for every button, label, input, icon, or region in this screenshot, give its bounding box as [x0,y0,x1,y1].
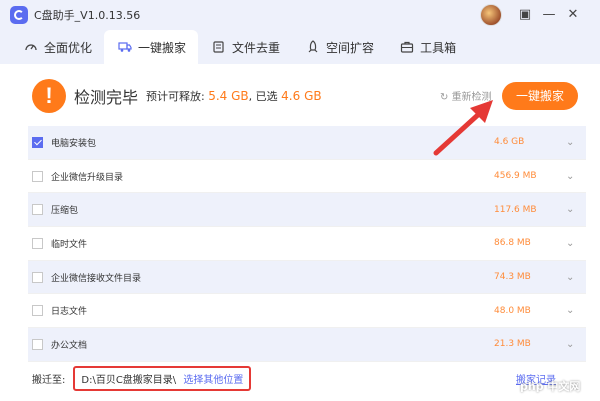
close-button[interactable]: ✕ [562,4,584,26]
tab-one-click-move[interactable]: 一键搬家 [104,30,199,64]
list-item[interactable]: 电脑安装包 4.6 GB ⌄ [28,126,586,160]
tab-file-dedup[interactable]: 文件去重 [198,30,292,64]
tab-label: 全面优化 [44,40,93,55]
item-size: 4.6 GB [494,137,525,148]
chevron-down-icon[interactable]: ⌄ [566,171,574,182]
tab-space-expand[interactable]: 空间扩容 [292,30,386,64]
scan-summary: ! 检测完毕 预计可释放: 5.4 GB, 已选 4.6 GB ↻ 重新检测 一… [32,78,578,114]
list-item[interactable]: 临时文件 86.8 MB ⌄ [28,227,586,261]
list-item[interactable]: 企业微信接收文件目录 74.3 MB ⌄ [28,260,586,295]
truck-icon [118,40,132,54]
app-logo-icon [10,6,28,24]
tab-toolbox[interactable]: 工具箱 [386,30,468,64]
tab-label: 一键搬家 [138,40,187,55]
item-size: 74.3 MB [494,272,531,283]
item-size: 86.8 MB [494,238,531,249]
tab-full-optimize[interactable]: 全面优化 [10,30,104,64]
rescan-label: 重新检测 [451,92,492,103]
selected-text: , 已选 [248,90,278,103]
chevron-down-icon[interactable]: ⌄ [566,305,574,316]
move-item-list: 电脑安装包 4.6 GB ⌄ 企业微信升级目录 456.9 MB ⌄ 压缩包 117.6 MB… [28,126,586,362]
list-item[interactable]: 企业微信升级目录 456.9 MB ⌄ [28,160,586,194]
watermark: php 中文网 [520,380,581,393]
item-size: 48.0 MB [494,305,531,316]
item-checkbox[interactable] [32,338,43,350]
one-click-move-button[interactable]: 一键搬家 [502,82,578,110]
scan-status-title: 检测完毕 [74,88,139,107]
gauge-icon [24,40,38,54]
chevron-down-icon[interactable]: ⌄ [566,204,574,215]
list-item[interactable]: 压缩包 117.6 MB ⌄ [28,193,586,228]
list-item[interactable]: 办公文档 21.3 MB ⌄ [28,328,586,362]
tab-label: 工具箱 [420,40,457,55]
tab-label: 文件去重 [232,40,281,55]
user-avatar[interactable] [480,4,502,26]
chevron-down-icon[interactable]: ⌄ [566,137,574,148]
app-title: C盘助手_V1.0.13.56 [34,9,141,22]
item-checkbox[interactable] [32,271,43,283]
tab-label: 空间扩容 [326,40,375,55]
item-checkbox[interactable] [32,237,43,249]
target-path-box: D:\百贝C盘搬家目录\ 选择其他位置 [73,365,252,391]
item-size: 21.3 MB [494,339,531,350]
item-checkbox[interactable] [32,204,43,216]
rocket-icon [306,40,320,54]
item-checkbox[interactable] [32,170,43,182]
rescan-button[interactable]: ↻ 重新检测 [440,88,492,103]
item-size: 117.6 MB [494,204,537,215]
releasable-value: 5.4 GB [208,89,249,103]
main-tabs: 全面优化 一键搬家 文件去重 空间扩容 工具箱 [0,30,600,64]
move-panel: ! 检测完毕 预计可释放: 5.4 GB, 已选 4.6 GB ↻ 重新检测 一… [14,64,586,394]
item-checkbox[interactable] [32,305,43,317]
move-target-bar: 搬迁至: D:\百贝C盘搬家目录\ 选择其他位置 搬家记录 [32,365,572,391]
toolbox-icon [400,40,414,54]
item-size: 456.9 MB [494,171,537,182]
warning-icon: ! [32,79,66,113]
title-bar: C盘助手_V1.0.13.56 [0,0,600,30]
chevron-down-icon[interactable]: ⌄ [566,272,574,283]
releasable-text: 预计可释放: [146,90,205,103]
choose-location-link[interactable]: 选择其他位置 [183,375,243,386]
item-checkbox[interactable] [32,136,43,148]
chevron-down-icon[interactable]: ⌄ [566,339,574,350]
minimize-button[interactable]: — [538,4,560,26]
chevron-down-icon[interactable]: ⌄ [566,238,574,249]
selected-value: 4.6 GB [281,89,322,103]
files-icon [212,40,226,54]
list-item[interactable]: 日志文件 48.0 MB ⌄ [28,294,586,329]
move-target-label: 搬迁至: [32,374,66,386]
refresh-icon: ↻ [440,92,452,103]
target-path: D:\百贝C盘搬家目录\ [81,374,177,386]
releasable-label: 预计可释放: 5.4 GB, 已选 4.6 GB [146,88,322,104]
skin-icon[interactable]: ▣ [514,4,536,26]
